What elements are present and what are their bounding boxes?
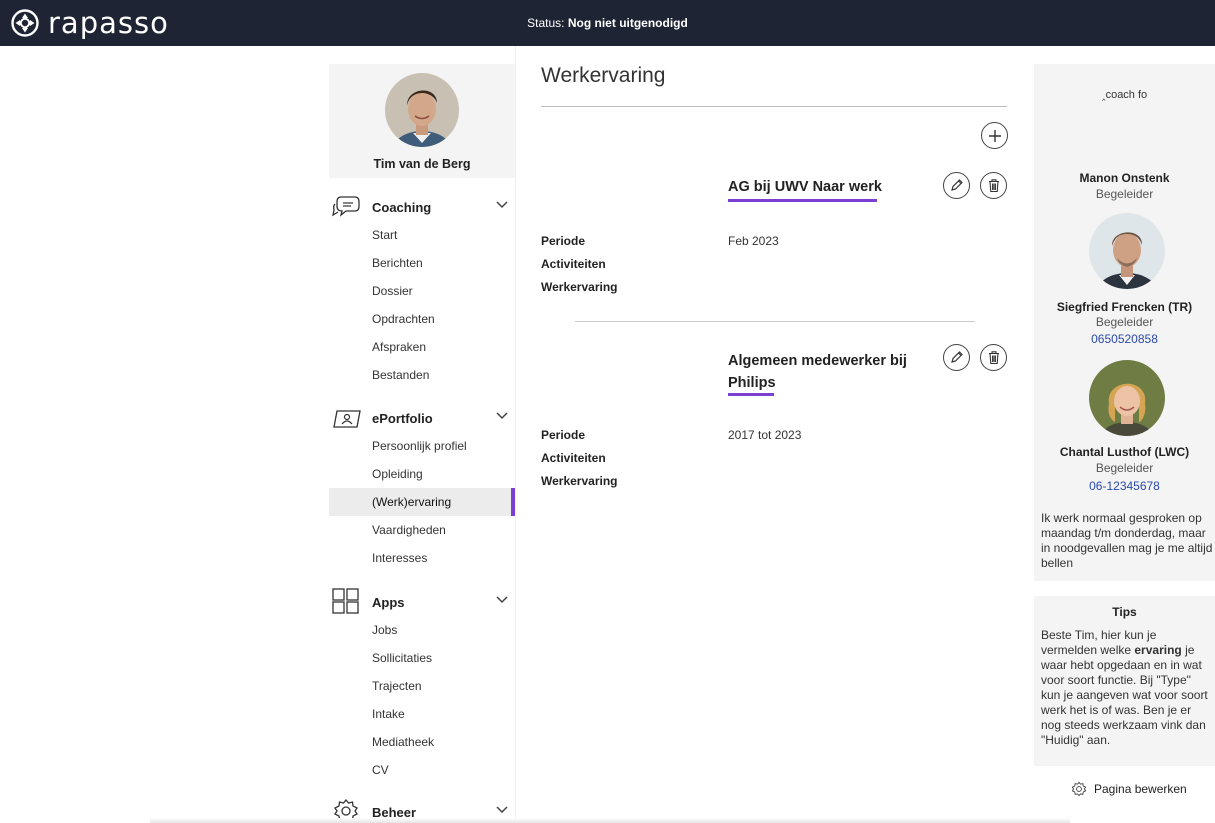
coach-phone-link[interactable]: 0650520858 — [1034, 332, 1215, 346]
nav-title-apps: Apps — [372, 595, 405, 610]
coach-phone-link[interactable]: 06-12345678 — [1034, 479, 1215, 493]
nav-title-coaching: Coaching — [372, 200, 432, 215]
nav-item-bestanden[interactable]: Bestanden — [329, 361, 515, 389]
tips-title: Tips — [1112, 605, 1137, 619]
status-line: Status: Nog niet uitgenodigd — [0, 16, 1215, 30]
experience-title: Algemeen medewerker bij Philips — [728, 350, 907, 394]
chevron-down-icon[interactable] — [495, 594, 509, 606]
nav-item-jobs[interactable]: Jobs — [329, 616, 515, 644]
nav-item-trajecten[interactable]: Trajecten — [329, 672, 515, 700]
add-experience-button[interactable] — [981, 122, 1008, 149]
experience-title-underline — [728, 199, 877, 202]
status-prefix: Status: — [527, 16, 565, 30]
nav-item-intake[interactable]: Intake — [329, 700, 515, 728]
trash-icon — [988, 351, 999, 365]
apps-grid-icon — [332, 588, 359, 614]
nav-item-interesses[interactable]: Interesses — [329, 544, 515, 572]
coach-photo — [1089, 360, 1165, 436]
profile-name: Tim van de Berg — [373, 157, 471, 171]
nav-section-coaching: Coaching Start Berichten Dossier Opdrach… — [329, 193, 515, 389]
value-periode: Feb 2023 — [728, 234, 779, 248]
coach-role: Begeleider — [1095, 187, 1154, 201]
label-werkervaring: Werkervaring — [541, 280, 618, 294]
nav-header-apps[interactable]: Apps — [329, 588, 515, 616]
delete-experience-button[interactable] — [980, 344, 1007, 371]
title-divider — [541, 106, 1007, 107]
delete-experience-button[interactable] — [980, 172, 1007, 199]
chevron-down-icon[interactable] — [495, 804, 509, 816]
nav-item-berichten[interactable]: Berichten — [329, 249, 515, 277]
trash-icon — [988, 179, 999, 193]
nav-title-eportfolio: ePortfolio — [372, 411, 433, 426]
experience-title-line: Algemeen medewerker bij — [728, 353, 907, 369]
label-activiteiten: Activiteiten — [541, 451, 606, 465]
nav-item-afspraken[interactable]: Afspraken — [329, 333, 515, 361]
pencil-icon — [951, 351, 963, 363]
speech-bubble-icon — [332, 196, 360, 217]
experience-title-underline — [728, 393, 774, 396]
tips-text-bold: ervaring — [1134, 643, 1182, 657]
plus-icon — [988, 129, 1001, 142]
avatar[interactable] — [385, 73, 459, 147]
edit-experience-button[interactable] — [943, 172, 970, 199]
coach-note: Ik werk normaal gesproken op maandag t/m… — [1041, 511, 1213, 570]
value-periode: 2017 tot 2023 — [728, 428, 802, 442]
nav-item-vaardigheden[interactable]: Vaardigheden — [329, 516, 515, 544]
coach-name: Siegfried Frencken (TR) — [1056, 300, 1193, 314]
chevron-down-icon[interactable] — [495, 199, 509, 211]
coach-name: Manon Onstenk — [1079, 171, 1170, 185]
coach-role: Begeleider — [1095, 315, 1154, 329]
nav-item-persoonlijk-profiel[interactable]: Persoonlijk profiel — [329, 432, 515, 460]
nav-section-apps: Apps Jobs Sollicitaties Trajecten Intake… — [329, 588, 515, 784]
profile-card: Tim van de Berg — [329, 64, 515, 178]
edit-page-label: Pagina bewerken — [1094, 782, 1187, 796]
label-activiteiten: Activiteiten — [541, 257, 606, 271]
nav-header-eportfolio[interactable]: ePortfolio — [329, 404, 515, 432]
nav-section-eportfolio: ePortfolio Persoonlijk profiel Opleiding… — [329, 404, 515, 572]
coach-caption: ‸coach fo — [1101, 89, 1148, 101]
bottom-shadow — [150, 818, 1070, 823]
nav-item-opdrachten[interactable]: Opdrachten — [329, 305, 515, 333]
nav-item-start[interactable]: Start — [329, 221, 515, 249]
coach-role: Begeleider — [1095, 461, 1154, 475]
experience-title: AG bij UWV Naar werk — [728, 179, 882, 195]
top-bar: rapasso Status: Nog niet uitgenodigd — [0, 0, 1215, 46]
nav-item-sollicitaties[interactable]: Sollicitaties — [329, 644, 515, 672]
chevron-down-icon[interactable] — [495, 410, 509, 422]
edit-experience-button[interactable] — [943, 344, 970, 371]
status-value: Nog niet uitgenodigd — [567, 16, 688, 30]
nav-item-opleiding[interactable]: Opleiding — [329, 460, 515, 488]
edit-page-button[interactable]: Pagina bewerken — [1070, 780, 1187, 798]
coach-photo — [1089, 213, 1165, 289]
nav-header-coaching[interactable]: Coaching — [329, 193, 515, 221]
label-werkervaring: Werkervaring — [541, 474, 618, 488]
experience-title-line: Philips — [728, 375, 776, 391]
label-periode: Periode — [541, 428, 586, 442]
coach-name: Chantal Lusthof (LWC) — [1059, 445, 1190, 459]
label-periode: Periode — [541, 234, 586, 248]
entry-divider — [575, 321, 975, 322]
nav-item-werkervaring[interactable]: (Werk)ervaring — [329, 488, 515, 516]
page-title: Werkervaring — [541, 64, 666, 87]
nav-item-dossier[interactable]: Dossier — [329, 277, 515, 305]
tips-text: Beste Tim, hier kun je vermelden welke e… — [1041, 628, 1213, 748]
nav-item-cv[interactable]: CV — [329, 756, 515, 784]
pencil-icon — [951, 179, 963, 191]
portfolio-icon — [333, 410, 361, 428]
nav-item-mediatheek[interactable]: Mediatheek — [329, 728, 515, 756]
tips-text-part: je waar hebt opgedaan en in wat voor soo… — [1041, 643, 1208, 747]
gear-icon — [1071, 781, 1087, 797]
sidebar-divider — [515, 46, 516, 823]
